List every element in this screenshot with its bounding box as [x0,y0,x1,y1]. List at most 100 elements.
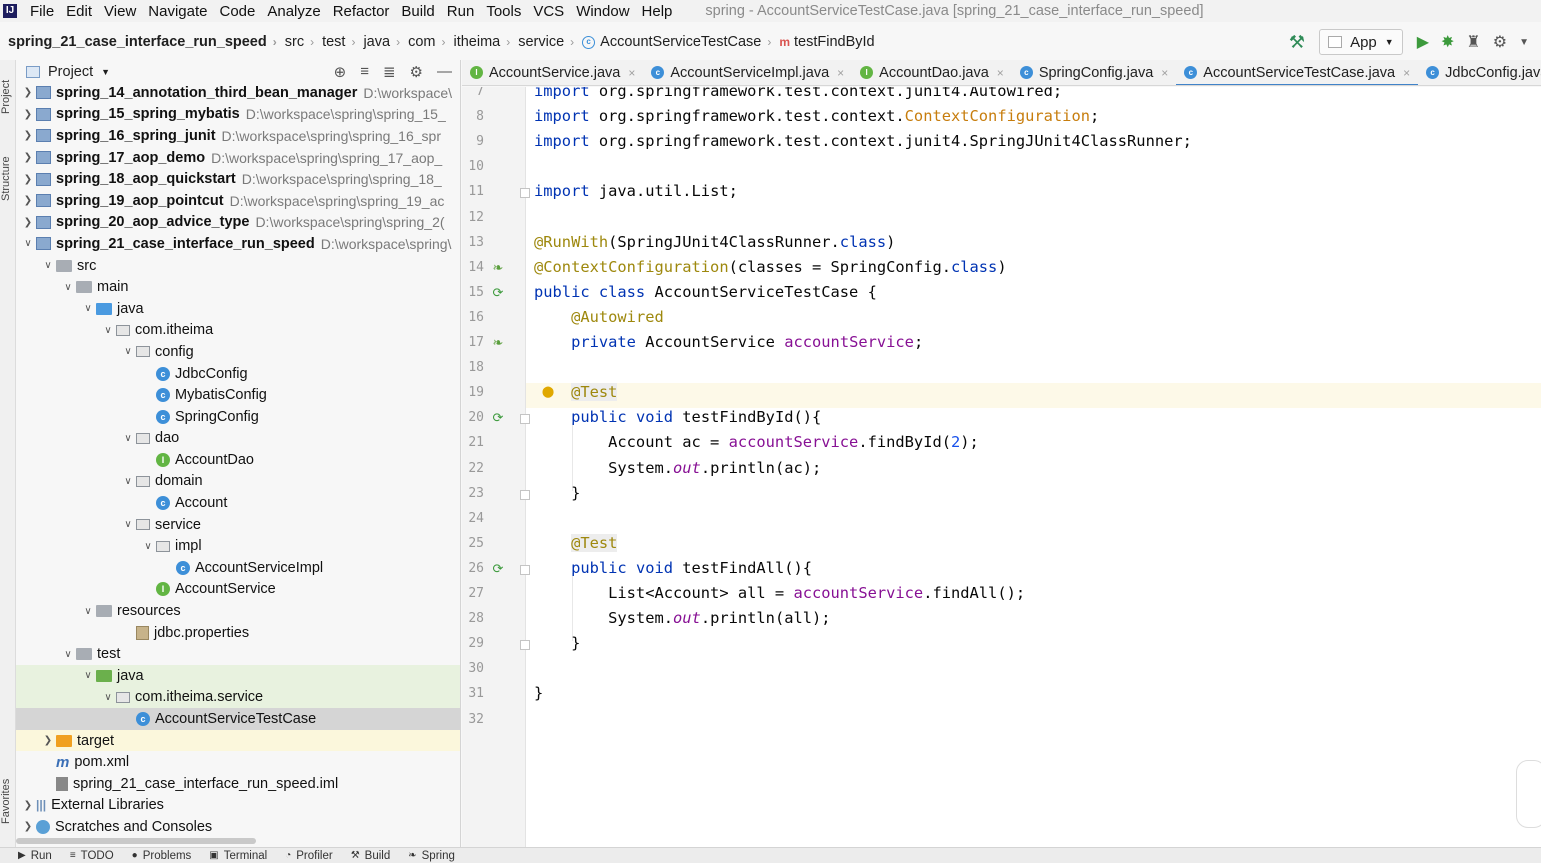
tree-item[interactable]: jdbc.properties [16,622,460,644]
chevron-down-icon[interactable]: ∨ [60,649,76,660]
chevron-down-icon[interactable]: ∨ [120,519,136,530]
fold-marker-icon[interactable] [520,188,530,199]
tool-window-run[interactable]: ▶ Run [18,850,52,862]
tree-item[interactable]: ∨ test [16,643,460,665]
code-line[interactable]: @ContextConfiguration(classes = SpringCo… [534,258,1007,283]
code-line[interactable]: System.out.println(all); [534,609,830,634]
fold-marker-icon[interactable] [520,640,530,651]
menu-navigate[interactable]: Navigate [143,3,214,20]
expand-all-icon[interactable]: ≡ [360,63,369,81]
fold-marker-icon[interactable] [520,564,530,575]
tree-item[interactable]: c Account [16,492,460,514]
breadcrumb-item[interactable]: spring_21_case_interface_run_speed › [0,34,277,50]
tree-item[interactable]: ∨ java [16,665,460,687]
tree-item[interactable]: ∨ config [16,341,460,363]
chevron-right-icon[interactable]: ❯ [40,735,56,746]
code-line[interactable]: import org.springframework.test.context.… [534,87,1062,107]
spring-bean-icon[interactable]: ❧ [490,260,506,275]
close-icon[interactable]: × [997,66,1004,80]
chevron-right-icon[interactable]: ❯ [20,217,36,228]
build-hammer-icon[interactable]: ⚒ [1289,32,1305,53]
chevron-right-icon[interactable]: ❯ [20,87,36,98]
run-test-icon[interactable]: ⟳ [490,561,506,576]
tree-item[interactable]: ❯ spring_17_aop_demo D:\workspace\spring\s… [16,147,460,169]
code-line[interactable]: public void testFindAll(){ [534,559,812,584]
menu-analyze[interactable]: Analyze [262,3,327,20]
code-line[interactable]: import org.springframework.test.context.… [534,107,1099,132]
fold-marker-icon[interactable] [520,414,530,425]
code-line[interactable]: @Test [526,383,1541,409]
tree-item[interactable]: ∨ com.itheima [16,320,460,342]
locate-icon[interactable]: ⊕ [334,63,347,81]
chevron-down-icon[interactable]: ∨ [120,346,136,357]
hide-icon[interactable]: — [437,63,452,81]
breadcrumb-item[interactable]: m testFindById [771,34,874,50]
fold-marker-icon[interactable] [520,489,530,500]
tree-item[interactable]: ❯ Scratches and Consoles [16,816,460,838]
tree-item[interactable]: c SpringConfig [16,406,460,428]
chevron-down-icon[interactable]: ∨ [80,606,96,617]
collapse-all-icon[interactable]: ≣ [383,63,396,81]
chevron-down-icon[interactable]: ∨ [140,541,156,552]
tool-window-spring[interactable]: ❧ Spring [408,850,455,862]
close-icon[interactable]: × [1161,66,1168,80]
menu-edit[interactable]: Edit [61,3,99,20]
code-line[interactable]: @RunWith(SpringJUnit4ClassRunner.class) [534,233,895,258]
chevron-right-icon[interactable]: ❯ [20,130,36,141]
code-line[interactable]: Account ac = accountService.findById(2); [534,433,979,458]
breadcrumb-item[interactable]: service › [510,34,574,50]
tree-item[interactable]: spring_21_case_interface_run_speed.iml [16,773,460,795]
tree-item[interactable]: ❯ ||| External Libraries [16,795,460,817]
menu-vcs[interactable]: VCS [528,3,571,20]
code-line[interactable]: import java.util.List; [534,182,738,207]
debug-icon[interactable]: ✸ [1441,32,1454,52]
tree-item[interactable]: m pom.xml [16,751,460,773]
tree-item[interactable]: ∨ spring_21_case_interface_run_speed D:\wo… [16,233,460,255]
chevron-right-icon[interactable]: ❯ [20,821,36,832]
menu-help[interactable]: Help [637,3,680,20]
chevron-down-icon[interactable]: ∨ [20,238,36,249]
chevron-down-icon[interactable]: ▼ [101,67,110,77]
chevron-right-icon[interactable]: ❯ [20,109,36,120]
editor-tab[interactable]: I AccountService.java × [462,60,643,85]
tree-item[interactable]: ∨ java [16,298,460,320]
run-test-class-icon[interactable]: ⟳ [490,285,506,300]
tool-window-problems[interactable]: ● Problems [132,850,192,862]
tree-item[interactable]: ❯ spring_18_aop_quickstart D:\workspace\sp… [16,168,460,190]
tree-item[interactable]: ❯ spring_19_aop_pointcut D:\workspace\spri… [16,190,460,212]
close-icon[interactable]: × [837,66,844,80]
chevron-right-icon[interactable]: ❯ [20,195,36,206]
tree-item[interactable]: c JdbcConfig [16,363,460,385]
editor-tab[interactable]: c AccountServiceImpl.java × [643,60,852,85]
tree-item[interactable]: I AccountService [16,579,460,601]
chevron-down-icon[interactable]: ∨ [40,260,56,271]
run-config-select[interactable]: App ▼ [1319,29,1403,55]
breadcrumb-item[interactable]: java › [355,34,400,50]
coverage-icon[interactable]: ♜ [1466,32,1480,52]
tree-item[interactable]: ❯ spring_16_spring_junit D:\workspace\spri… [16,125,460,147]
menu-code[interactable]: Code [214,3,262,20]
menu-view[interactable]: View [99,3,143,20]
run-icon[interactable]: ▶ [1417,32,1429,52]
editor-tab[interactable]: c JdbcConfig.java [1418,60,1541,85]
menu-build[interactable]: Build [396,3,441,20]
chevron-down-icon[interactable]: ∨ [120,476,136,487]
menu-file[interactable]: File [25,3,61,20]
project-stripe-button[interactable]: Project [0,68,16,126]
code-line[interactable]: private AccountService accountService; [534,333,923,358]
chevron-down-icon[interactable]: ∨ [100,692,116,703]
structure-stripe-button[interactable]: Structure [0,144,16,214]
breadcrumb-item[interactable]: test › [314,34,355,50]
tree-item[interactable]: I AccountDao [16,449,460,471]
breadcrumb-item[interactable]: src › [277,34,314,50]
run-test-icon[interactable]: ⟳ [490,410,506,425]
close-icon[interactable]: × [1403,66,1410,80]
code-line[interactable]: @Test [534,533,618,559]
tree-item[interactable]: ∨ main [16,276,460,298]
tree-item[interactable]: c AccountServiceTestCase [16,708,460,730]
chevron-right-icon[interactable]: ❯ [20,152,36,163]
chevron-down-icon[interactable]: ∨ [60,282,76,293]
tree-item[interactable]: ∨ resources [16,600,460,622]
tool-window-terminal[interactable]: ▣ Terminal [209,850,267,862]
tree-item[interactable]: ❯ spring_20_aop_advice_type D:\workspace\s… [16,212,460,234]
